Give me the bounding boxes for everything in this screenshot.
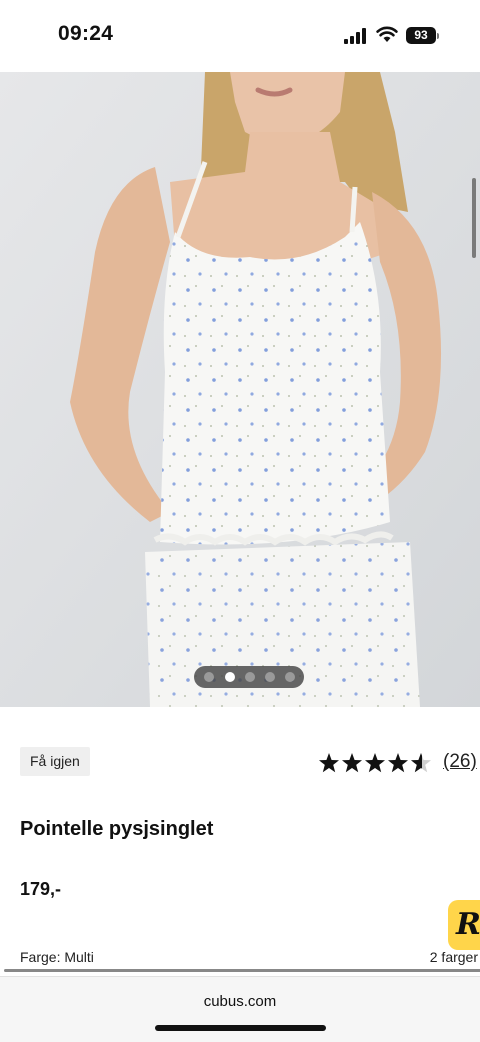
star-icon xyxy=(342,753,362,773)
horizontal-scrollbar[interactable] xyxy=(4,969,480,972)
product-price: 179,- xyxy=(20,879,62,899)
cellular-signal-icon xyxy=(344,28,366,44)
carousel-dot-active[interactable] xyxy=(225,672,235,682)
battery-level: 93 xyxy=(406,27,436,44)
home-indicator[interactable] xyxy=(155,1025,326,1031)
clock: 09:24 xyxy=(58,22,114,45)
status-bar: 09:24 93 xyxy=(0,0,480,72)
browser-address-bar[interactable]: cubus.com xyxy=(0,976,480,1042)
chat-logo-icon: R xyxy=(456,907,480,942)
carousel-dot[interactable] xyxy=(245,672,255,682)
carousel-dot[interactable] xyxy=(204,672,214,682)
url-text[interactable]: cubus.com xyxy=(0,993,480,1010)
carousel-pager[interactable] xyxy=(194,666,304,688)
star-icon xyxy=(365,753,385,773)
vertical-scrollbar[interactable] xyxy=(472,178,476,258)
chat-widget-button[interactable]: R xyxy=(448,900,480,950)
star-icon xyxy=(388,753,408,773)
review-count-link[interactable]: (26) xyxy=(443,751,477,773)
half-star-icon xyxy=(411,753,431,773)
carousel-dot[interactable] xyxy=(285,672,295,682)
rating-stars[interactable] xyxy=(318,752,434,776)
returnable-badge: Få igjen xyxy=(20,747,90,776)
wifi-icon xyxy=(376,26,398,42)
color-label: Farge: Multi xyxy=(20,949,94,965)
product-photo xyxy=(0,72,480,707)
star-icon xyxy=(319,753,339,773)
product-image[interactable] xyxy=(0,72,480,707)
product-title: Pointelle pysjsinglet xyxy=(20,818,214,840)
colors-count[interactable]: 2 farger xyxy=(430,949,478,965)
carousel-dot[interactable] xyxy=(265,672,275,682)
battery-icon: 93 xyxy=(406,27,440,45)
